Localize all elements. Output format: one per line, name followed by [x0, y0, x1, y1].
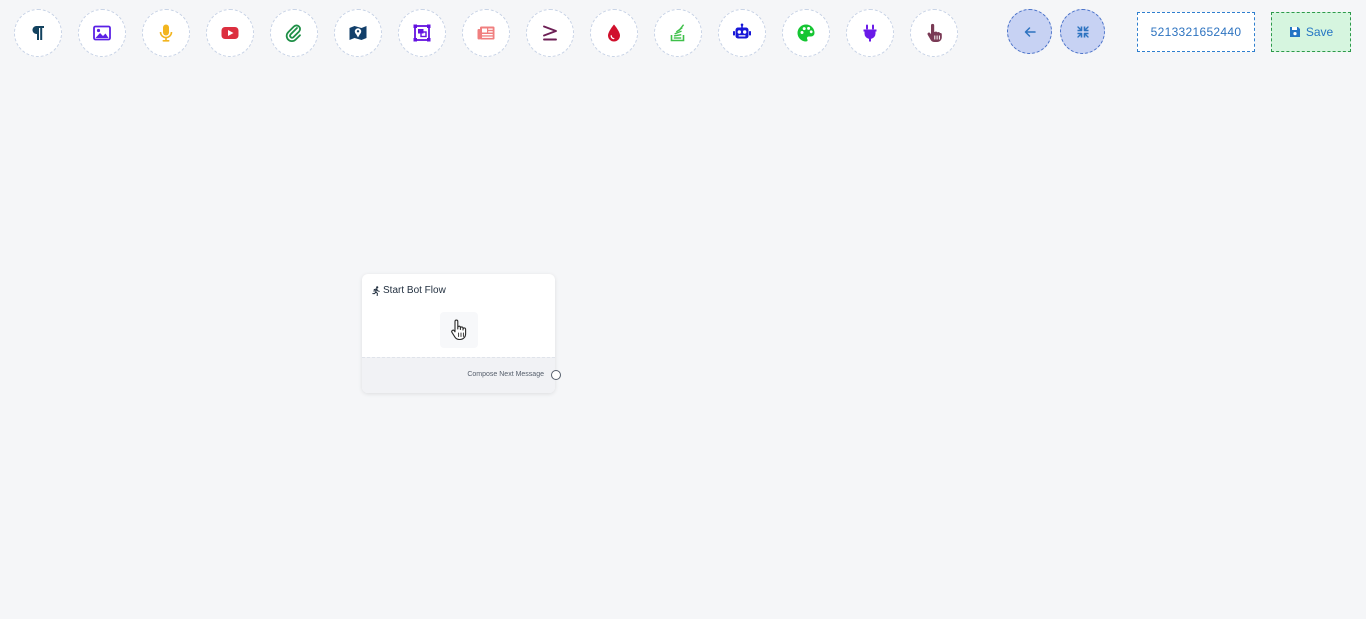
- back-button[interactable]: [1007, 9, 1052, 54]
- stack-overflow-icon: [670, 24, 685, 42]
- fit-view-button[interactable]: [1060, 9, 1105, 54]
- plug-icon: [863, 24, 877, 42]
- arrow-left-icon: [1024, 26, 1036, 37]
- group-tool-button[interactable]: [398, 9, 446, 57]
- node-title: Start Bot Flow: [383, 285, 446, 296]
- stack-tool-button[interactable]: [654, 9, 702, 57]
- attachment-tool-button[interactable]: [270, 9, 318, 57]
- hand-pointer-icon: [927, 23, 942, 42]
- variable-tool-button[interactable]: [590, 9, 638, 57]
- image-tool-button[interactable]: [78, 9, 126, 57]
- object-group-icon: [413, 24, 431, 42]
- flow-canvas[interactable]: 5213321652440 Save Start Bot Flow Compos…: [0, 0, 1366, 619]
- floppy-disk-icon: [1289, 27, 1300, 37]
- audio-tool-button[interactable]: [142, 9, 190, 57]
- compress-icon: [1076, 25, 1089, 38]
- button-tool-button[interactable]: [910, 9, 958, 57]
- running-person-icon: [372, 285, 380, 296]
- map-icon: [349, 26, 367, 40]
- bot-tool-button[interactable]: [718, 9, 766, 57]
- start-bot-flow-node[interactable]: Start Bot Flow Compose Next Message: [362, 274, 561, 393]
- compose-next-message-label: Compose Next Message: [467, 371, 544, 378]
- condition-tool-button[interactable]: [526, 9, 574, 57]
- microphone-icon: [159, 24, 173, 42]
- video-tool-button[interactable]: [206, 9, 254, 57]
- paperclip-icon: [285, 24, 301, 43]
- paragraph-icon: [32, 26, 44, 40]
- integration-tool-button[interactable]: [846, 9, 894, 57]
- save-button[interactable]: Save: [1271, 12, 1351, 52]
- node-footer: Compose Next Message: [362, 357, 555, 393]
- palette-icon: [797, 24, 815, 42]
- newspaper-icon: [477, 26, 495, 40]
- youtube-icon: [221, 27, 239, 39]
- article-tool-button[interactable]: [462, 9, 510, 57]
- node-header: Start Bot Flow: [371, 285, 446, 296]
- theme-tool-button[interactable]: [782, 9, 830, 57]
- paragraph-tool-button[interactable]: [14, 9, 62, 57]
- droplet-icon: [608, 24, 620, 42]
- save-button-label: Save: [1305, 25, 1334, 39]
- greater-equal-icon: [543, 25, 557, 41]
- image-icon: [93, 25, 111, 41]
- location-tool-button[interactable]: [334, 9, 382, 57]
- robot-icon: [733, 23, 751, 39]
- output-connector-handle[interactable]: [551, 370, 561, 380]
- node-drag-area[interactable]: [440, 312, 478, 348]
- phone-number-display: 5213321652440: [1137, 12, 1255, 52]
- hand-cursor-icon: [451, 319, 467, 341]
- phone-number-text: 5213321652440: [1150, 25, 1242, 39]
